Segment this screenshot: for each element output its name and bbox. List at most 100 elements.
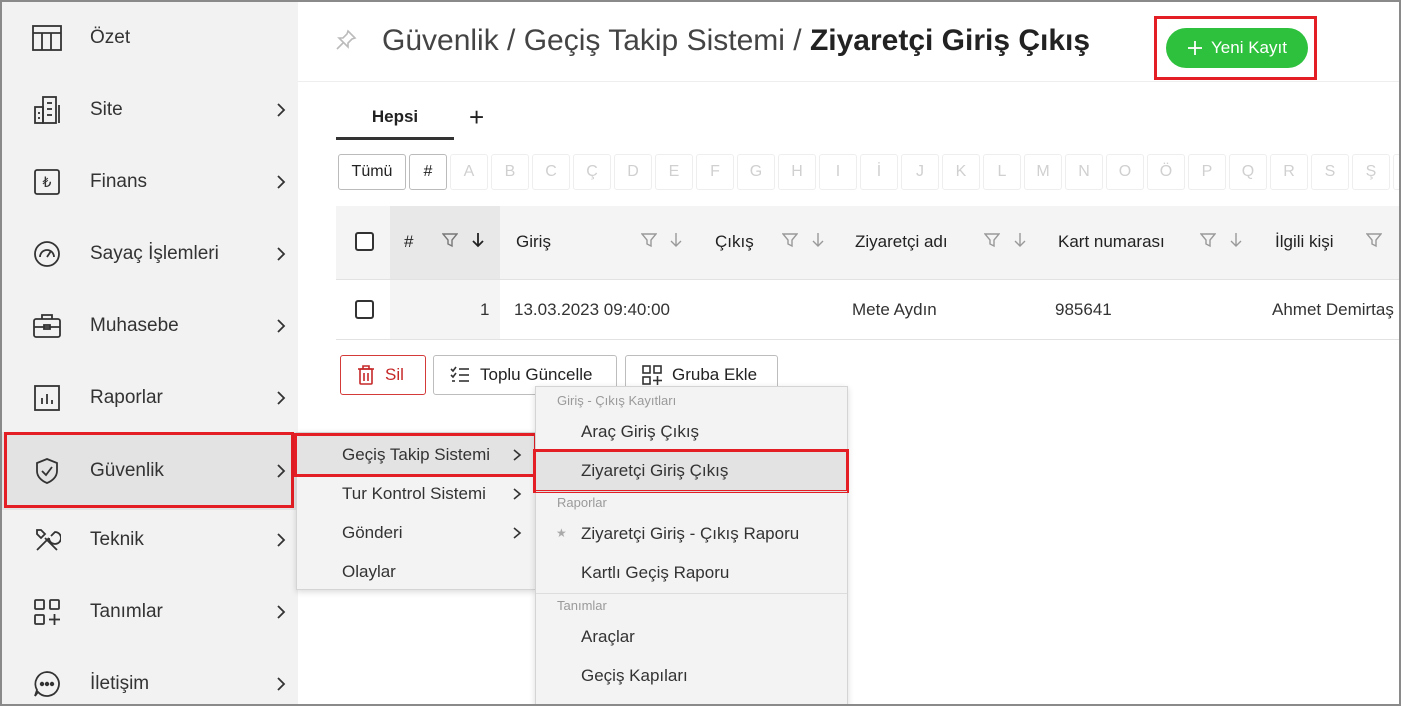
chat-icon — [31, 668, 63, 700]
sidebar-item-iletisim[interactable]: İletişim — [2, 648, 298, 706]
column-header-cikis[interactable]: Çıkış — [715, 232, 754, 252]
sidebar: Özet Site ₺ Finans Sayaç İşlemleri Muhas… — [2, 2, 298, 704]
letter-filter-button[interactable]: İ — [860, 154, 898, 190]
letter-filter-button[interactable]: B — [491, 154, 529, 190]
chevron-right-icon — [277, 533, 286, 547]
letter-filter-button[interactable]: C — [532, 154, 570, 190]
flyout-item-ziyaretci-rapor[interactable]: ★ Ziyaretçi Giriş - Çıkış Raporu — [536, 514, 847, 553]
filter-icon[interactable] — [442, 232, 458, 248]
submenu-item-label: Geçiş Takip Sistemi — [342, 445, 491, 464]
sidebar-item-tanimlar[interactable]: Tanımlar — [2, 576, 298, 648]
table-row[interactable]: 1 13.03.2023 09:40:00 Mete Aydın 985641 … — [336, 280, 1399, 340]
sidebar-item-teknik[interactable]: Teknik — [2, 504, 298, 576]
letter-filter-button[interactable]: L — [983, 154, 1021, 190]
sort-down-icon[interactable] — [470, 232, 486, 248]
flyout-item-label: Ziyaretçi Giriş - Çıkış Raporu — [581, 524, 800, 543]
letter-filter-button[interactable]: F — [696, 154, 734, 190]
letter-filter-button[interactable]: Ö — [1147, 154, 1185, 190]
tab-hepsi[interactable]: Hepsi — [336, 96, 454, 140]
letter-filter-button[interactable]: A — [450, 154, 488, 190]
column-header-kart[interactable]: Kart numarası — [1058, 232, 1165, 252]
bulk-update-label: Toplu Güncelle — [480, 365, 593, 384]
submenu-item-gonderi[interactable]: Gönderi — [297, 513, 535, 552]
sidebar-item-raporlar[interactable]: Raporlar — [2, 362, 298, 434]
letter-filter-button[interactable]: R — [1270, 154, 1308, 190]
sidebar-item-guvenlik[interactable]: Güvenlik — [2, 432, 298, 510]
letter-filter-button[interactable]: Tümü — [338, 154, 406, 190]
letter-filter-button[interactable]: N — [1065, 154, 1103, 190]
column-header-no[interactable]: # — [404, 232, 413, 252]
chevron-right-icon — [513, 527, 522, 539]
sidebar-item-label: Sayaç İşlemleri — [90, 243, 219, 264]
add-tab-button[interactable]: + — [469, 102, 484, 133]
letter-filter-button[interactable]: # — [409, 154, 447, 190]
chevron-right-icon — [277, 391, 286, 405]
tools-icon — [31, 524, 63, 556]
sort-icon[interactable] — [1012, 232, 1028, 248]
sidebar-item-sayac[interactable]: Sayaç İşlemleri — [2, 218, 298, 290]
sort-icon[interactable] — [1228, 232, 1244, 248]
letter-filter-button[interactable]: T — [1393, 154, 1401, 190]
row-checkbox[interactable] — [355, 300, 374, 319]
letter-filter-button[interactable]: O — [1106, 154, 1144, 190]
chevron-right-icon — [277, 319, 286, 333]
flyout-item-kartli-gecis-rapor[interactable]: Kartlı Geçiş Raporu — [536, 553, 847, 592]
sidebar-item-muhasebe[interactable]: Muhasebe — [2, 290, 298, 362]
new-record-button[interactable]: Yeni Kayıt — [1166, 28, 1308, 68]
pin-icon[interactable] — [334, 28, 358, 52]
sidebar-item-site[interactable]: Site — [2, 74, 298, 146]
grid-plus-icon — [31, 596, 63, 628]
letter-filter-button[interactable]: I — [819, 154, 857, 190]
sort-icon[interactable] — [810, 232, 826, 248]
letter-filter-button[interactable]: M — [1024, 154, 1062, 190]
letter-filter-button[interactable]: K — [942, 154, 980, 190]
sort-icon[interactable] — [668, 232, 684, 248]
trash-icon — [358, 365, 374, 385]
letter-filter-button[interactable]: J — [901, 154, 939, 190]
column-header-giris[interactable]: Giriş — [516, 232, 551, 252]
letter-filter-button[interactable]: G — [737, 154, 775, 190]
flyout-item-gecis-kapilari[interactable]: Geçiş Kapıları — [536, 656, 847, 695]
filter-icon[interactable] — [782, 232, 798, 248]
letter-filter-button[interactable]: D — [614, 154, 652, 190]
security-submenu: Geçiş Takip Sistemi Tur Kontrol Sistemi … — [294, 432, 537, 591]
letter-filter-button[interactable]: E — [655, 154, 693, 190]
filter-icon[interactable] — [984, 232, 1000, 248]
sidebar-item-finans[interactable]: ₺ Finans — [2, 146, 298, 218]
submenu-item-tur-kontrol[interactable]: Tur Kontrol Sistemi — [297, 474, 535, 513]
letter-filter-button[interactable]: Q — [1229, 154, 1267, 190]
shield-icon — [31, 455, 63, 487]
flyout-item-arac-giris-cikis[interactable]: Araç Giriş Çıkış — [536, 412, 847, 451]
column-header-ziyaretci[interactable]: Ziyaretçi adı — [855, 232, 948, 252]
chart-icon — [31, 382, 63, 414]
gauge-icon — [31, 238, 63, 270]
letter-filter-button[interactable]: Ç — [573, 154, 611, 190]
letter-filter-button[interactable]: P — [1188, 154, 1226, 190]
sidebar-item-ozet[interactable]: Özet — [2, 2, 298, 74]
letter-filter: Tümü#ABCÇDEFGHIİJKLMNOÖPQRSŞT — [338, 154, 1401, 192]
submenu-item-olaylar[interactable]: Olaylar — [297, 552, 535, 591]
sidebar-item-label: İletişim — [90, 673, 150, 694]
sidebar-item-label: Güvenlik — [90, 460, 164, 481]
lira-icon: ₺ — [31, 166, 63, 198]
star-icon[interactable]: ★ — [556, 526, 567, 540]
delete-button[interactable]: Sil — [340, 355, 426, 395]
filter-icon[interactable] — [1366, 232, 1382, 248]
flyout-item-ziyaretci-giris-cikis[interactable]: Ziyaretçi Giriş Çıkış — [533, 449, 849, 493]
sidebar-item-label: Özet — [90, 27, 131, 48]
chevron-right-icon — [277, 605, 286, 619]
letter-filter-button[interactable]: Ş — [1352, 154, 1390, 190]
sidebar-item-label: Teknik — [90, 529, 144, 550]
filter-icon[interactable] — [641, 232, 657, 248]
select-all-checkbox[interactable] — [355, 232, 374, 251]
letter-filter-button[interactable]: H — [778, 154, 816, 190]
flyout-item-araclar[interactable]: Araçlar — [536, 617, 847, 656]
submenu-item-gecis-takip[interactable]: Geçiş Takip Sistemi — [294, 433, 537, 477]
cell-ilgili: Ahmet Demirtaş — [1272, 300, 1394, 319]
flyout-item-label: Kartlı Geçiş Raporu — [581, 563, 730, 582]
table-icon — [31, 22, 63, 54]
letter-filter-button[interactable]: S — [1311, 154, 1349, 190]
filter-icon[interactable] — [1200, 232, 1216, 248]
flyout-item-label: Araç Giriş Çıkış — [581, 422, 700, 441]
column-header-ilgili[interactable]: İlgili kişi — [1275, 232, 1334, 252]
